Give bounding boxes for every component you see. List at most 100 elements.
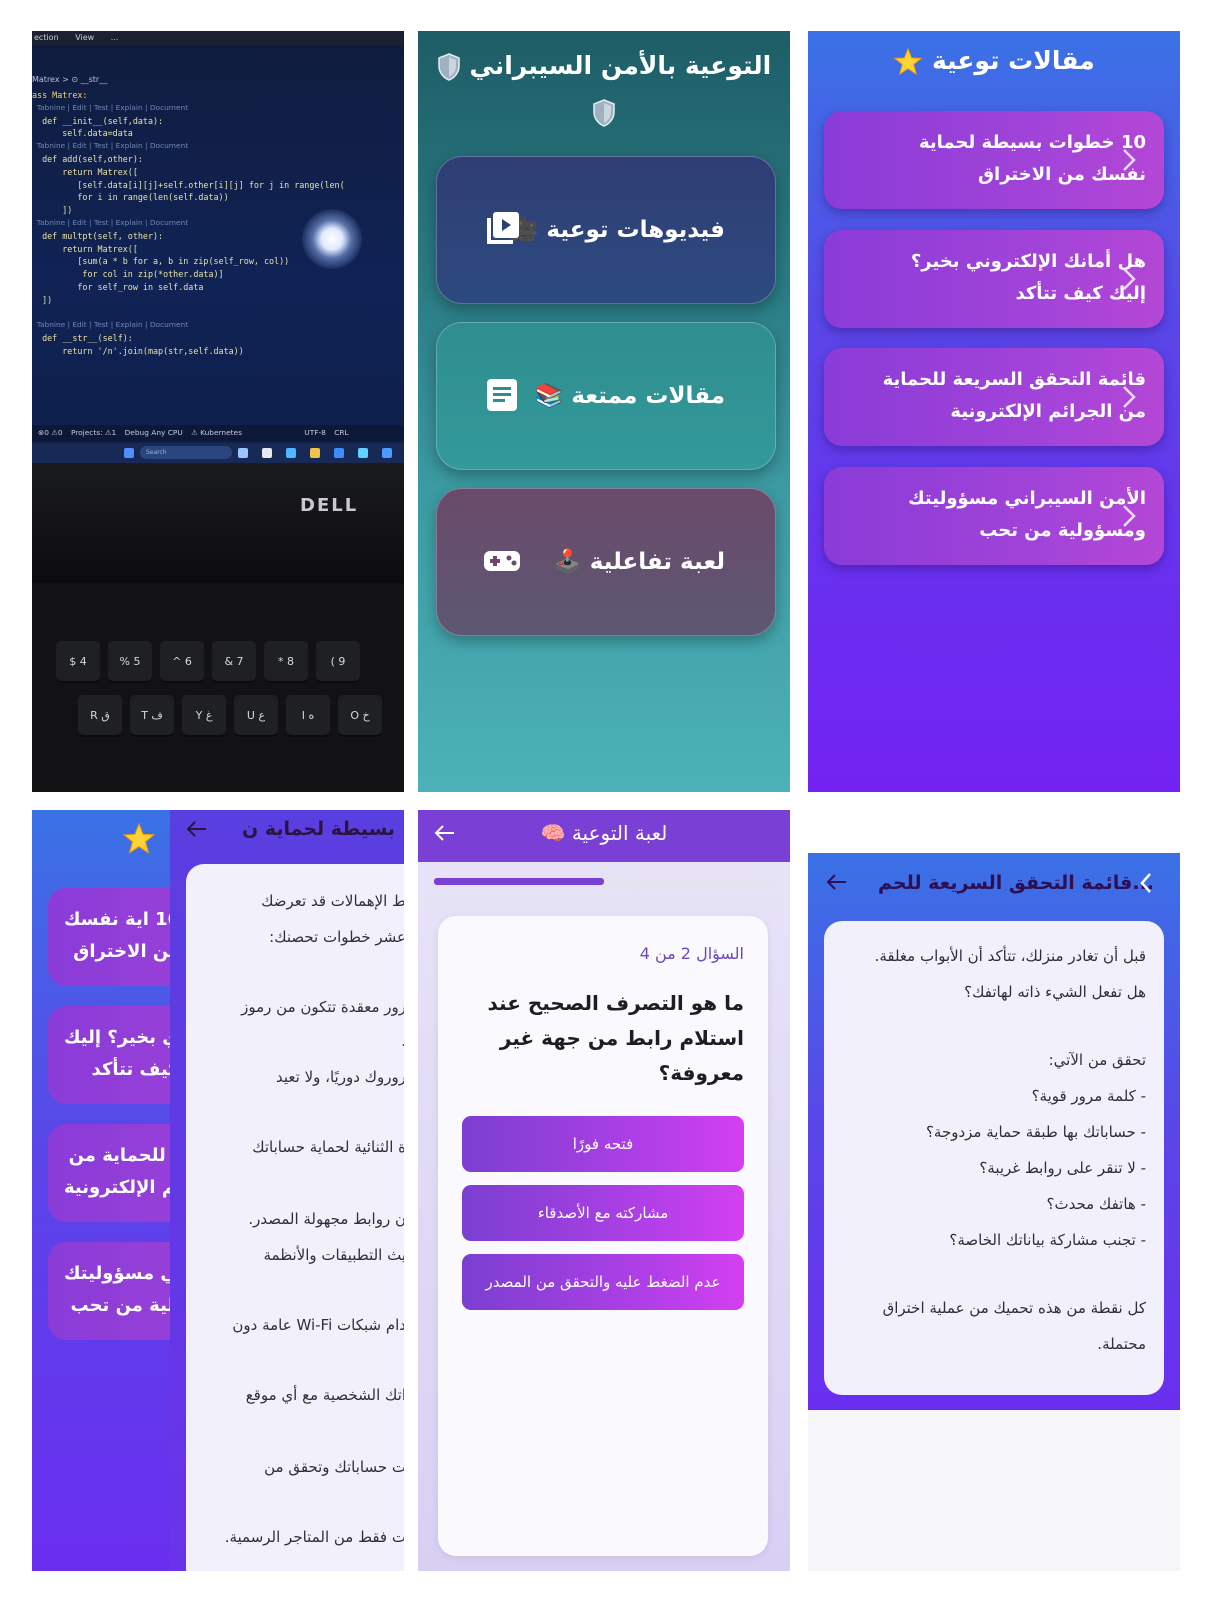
- article-item-title: 10 خطوات بسيطة لحماية نفسك من الاختراق: [918, 132, 1146, 185]
- article-text: ن روابط مجهولة المصدر.: [248, 1210, 404, 1228]
- windows-icon: [124, 448, 134, 458]
- code-editor: ass Matrex: Tabnine | Edit | Test | Expl…: [32, 89, 345, 358]
- keyboard-key: * 8: [264, 641, 308, 683]
- article-transition-screen: 10 اية نفسك من الاختراق ي بخير؟ إليك كيف…: [32, 810, 404, 1571]
- star-icon: [893, 47, 923, 76]
- chevron-right-icon: [1123, 386, 1136, 408]
- code-line: ass Matrex:: [32, 90, 88, 100]
- article-item[interactable]: هل أمانك الإلكتروني بخير؟ إليك كيف تتأكد: [824, 230, 1164, 328]
- article-item[interactable]: الأمن السيبراني مسؤوليتك ومسؤولية من تحب: [824, 467, 1164, 565]
- articles-button-label: مقالات ممتعة 📚: [534, 383, 725, 409]
- code-line: for col in zip(*other.data)]: [32, 269, 224, 280]
- keyboard-key: O خ: [338, 695, 382, 737]
- game-button-label: لعبة تفاعلية 🕹️: [553, 549, 725, 575]
- taskbar-app-icon: [238, 448, 248, 458]
- codelens-hint: Tabnine | Edit | Test | Explain | Docume…: [32, 102, 189, 112]
- code-line: self.data=data: [32, 128, 133, 139]
- quiz-screen: لعبة التوعية 🧠 السؤال 2 من 4 ما هو التصر…: [418, 810, 790, 1571]
- article-item[interactable]: 10 خطوات بسيطة لحماية نفسك من الاختراق: [824, 111, 1164, 209]
- home-screen: التوعية بالأمن السيبراني فيديوهات توعية …: [418, 31, 790, 792]
- keyboard-key: U ع: [234, 695, 278, 737]
- taskbar-app-icon: [358, 448, 368, 458]
- article-header-title: 10 بسيطة لحماية ن: [242, 818, 404, 840]
- status-encoding: UTF-8: [304, 428, 326, 437]
- page-title-text: مقالات توعية: [931, 46, 1095, 75]
- article-icon: [487, 379, 517, 411]
- articles-screen: مقالات توعية 10 خطوات بسيطة لحماية نفسك …: [808, 31, 1180, 792]
- article-item-title: قائمة التحقق السريعة للحماية من الجرائم …: [882, 369, 1146, 422]
- code-line: return Matrex([: [32, 243, 138, 254]
- codelens-hint: Tabnine | Edit | Test | Explain | Docume…: [32, 320, 189, 330]
- empty-area: [808, 1410, 1180, 1571]
- page-title: التوعية بالأمن السيبراني: [418, 43, 790, 135]
- taskbar-app-icon: [262, 448, 272, 458]
- code-line: return Matrex([: [32, 166, 138, 177]
- page-title: مقالات توعية: [808, 43, 1180, 79]
- laptop-photo: ection View ... Matrex > ⊙ __str__ ass M…: [32, 31, 404, 792]
- keyboard-key: & 7: [212, 641, 256, 683]
- code-line: for self_row in self.data: [32, 281, 204, 292]
- article-text: .: [401, 1032, 404, 1050]
- keyboard-key: ( 9: [316, 641, 360, 683]
- gamepad-icon: [484, 551, 520, 571]
- article-text: تحقق من الآتي:: [1048, 1051, 1146, 1069]
- checklist-article-screen: ...قائمة التحقق السريعة للحم قبل أن تغاد…: [808, 853, 1180, 1410]
- article-text: ت فقط من المتاجر الرسمية.: [224, 1528, 404, 1546]
- game-button[interactable]: لعبة تفاعلية 🕹️: [436, 488, 776, 636]
- article-content: ط الإهمالات قد تعرضك عشر خطوات تحصنك: رو…: [186, 864, 404, 1571]
- code-line: def add(self,other):: [32, 153, 143, 164]
- quiz-progress-bar: [434, 878, 774, 885]
- chevron-right-icon: [1123, 505, 1136, 527]
- videos-button[interactable]: فيديوهات توعية 🎥: [436, 156, 776, 304]
- article-content: قبل أن تغادر منزلك، تتأكد أن الأبواب مغل…: [824, 921, 1164, 1395]
- question-card: السؤال 2 من 4 ما هو التصرف الصحيح عند اس…: [438, 916, 768, 1556]
- answer-option[interactable]: فتحه فورًا: [462, 1116, 744, 1172]
- star-icon: [122, 822, 156, 854]
- keyboard-key: I ه: [286, 695, 330, 737]
- menu-item: ...: [110, 33, 119, 42]
- back-arrow-icon[interactable]: [186, 820, 208, 838]
- article-item-title: الأمن السيبراني مسؤوليتك ومسؤولية من تحب: [908, 488, 1146, 541]
- taskbar-app-icon: [286, 448, 296, 458]
- article-text: اتك الشخصية مع أي موقع: [245, 1386, 404, 1404]
- code-line: ]): [32, 294, 53, 305]
- shield-icon: [593, 99, 615, 127]
- article-text: ة الثنائية لحماية حساباتك: [252, 1138, 404, 1156]
- back-arrow-icon[interactable]: [826, 873, 848, 891]
- menu-item: ection: [34, 33, 59, 42]
- code-line: def __init__(self,data):: [32, 115, 164, 126]
- laptop-screen: ection View ... Matrex > ⊙ __str__ ass M…: [32, 31, 404, 463]
- quiz-header: لعبة التوعية 🧠: [418, 810, 790, 862]
- chevron-right-icon: [1123, 268, 1136, 290]
- article-item[interactable]: قائمة التحقق السريعة للحماية من الجرائم …: [824, 348, 1164, 446]
- article-text: كل نقطة من هذه تحميك من عملية اختراق: [882, 1299, 1146, 1317]
- answer-option[interactable]: مشاركته مع الأصدقاء: [462, 1185, 744, 1241]
- videos-button-label: فيديوهات توعية 🎥: [509, 217, 725, 243]
- screen-glare: [302, 209, 362, 269]
- answer-option[interactable]: عدم الضغط عليه والتحقق من المصدر: [462, 1254, 744, 1310]
- status-projects: Projects: ⚠1: [70, 428, 117, 437]
- code-line: def multpt(self, other):: [32, 230, 164, 241]
- taskbar-app-icon: [334, 448, 344, 458]
- article-text: - كلمة مرور قوية؟: [1031, 1087, 1146, 1105]
- question-number: السؤال 2 من 4: [639, 944, 744, 963]
- laptop-bezel: [32, 463, 404, 583]
- article-text: - تجنب مشاركة بياناتك الخاصة؟: [949, 1231, 1146, 1249]
- code-line: def __str__(self):: [32, 333, 133, 344]
- quiz-title: لعبة التوعية 🧠: [540, 821, 668, 845]
- article-text: هل تفعل الشيء ذاته لهاتفك؟: [964, 983, 1146, 1001]
- article-text: - هاتفك محدث؟: [1046, 1195, 1146, 1213]
- article-text: دام شبكات Wi-Fi عامة دون: [232, 1316, 404, 1334]
- code-line: for i in range(len(self.data)): [32, 192, 229, 203]
- taskbar-search: Search: [140, 446, 232, 459]
- menu-item: View: [75, 33, 95, 42]
- chevron-right-icon: [1123, 149, 1136, 171]
- status-kubernetes: ⚠ Kubernetes: [191, 428, 242, 437]
- dell-logo: DELL: [300, 495, 359, 516]
- articles-button[interactable]: مقالات ممتعة 📚: [436, 322, 776, 470]
- status-errors: ⊗0 ⚠0: [38, 428, 63, 437]
- status-debug: Debug Any CPU: [124, 428, 183, 437]
- keyboard-key: ^ 6: [160, 641, 204, 683]
- article-header-title: ...قائمة التحقق السريعة للحم: [878, 872, 1155, 894]
- article-item-title: ني مسؤوليتك ولية من تحب: [64, 1263, 186, 1316]
